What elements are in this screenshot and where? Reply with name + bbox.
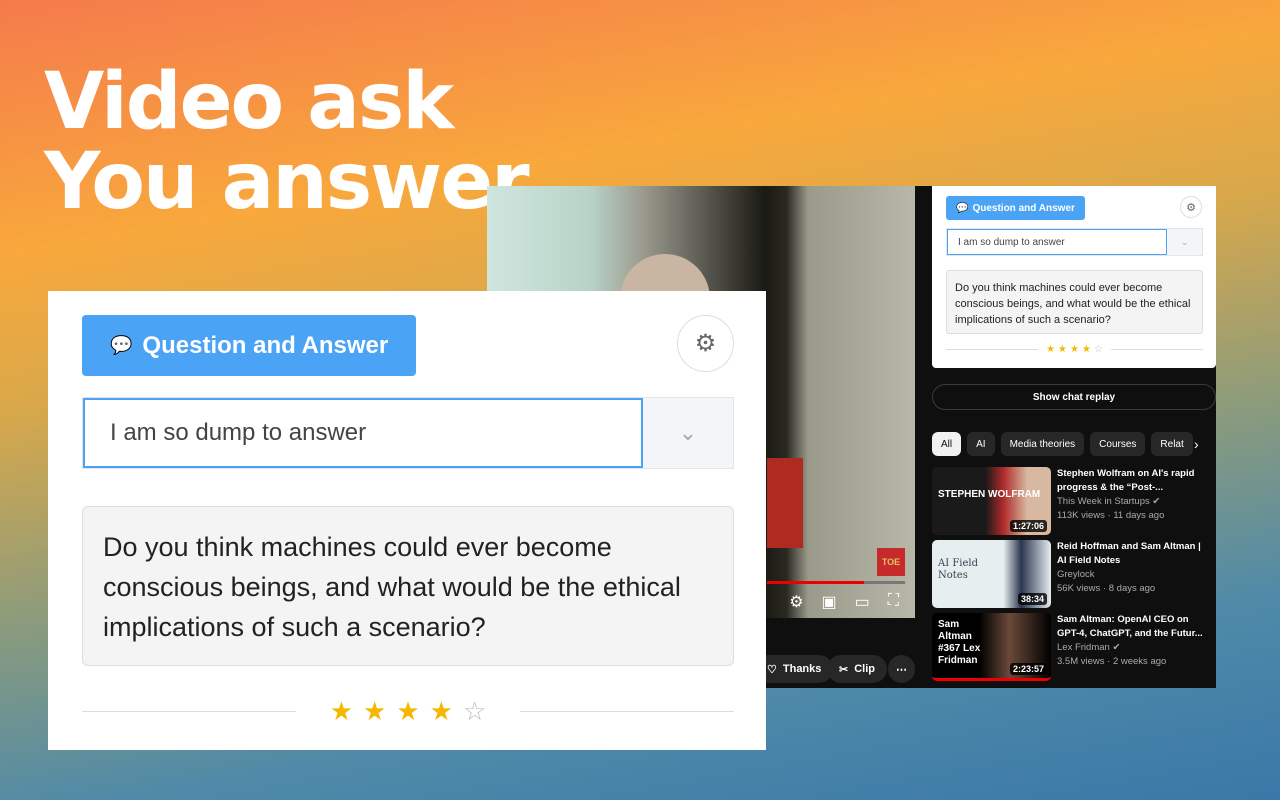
star-icon[interactable]: ★ [396, 696, 419, 727]
channel-name[interactable]: Lex Fridman [1057, 642, 1110, 653]
video-title[interactable]: Reid Hoffman and Sam Altman | [1057, 540, 1201, 554]
thumbnail[interactable]: AI Field Notes 38:34 [932, 540, 1051, 608]
thumbnail[interactable]: Sam Altman #367 Lex Fridman 2:23:57 [932, 613, 1051, 681]
chat-icon: 💬 [956, 202, 969, 214]
mini-qa-widget: 💬 Question and Answer ⚙ I am so dump to a… [932, 186, 1216, 368]
qa-button-label: Question and Answer [972, 202, 1075, 214]
rating: ★ ★ ★ ★ ☆ [82, 696, 734, 727]
scissors-icon: ✂ [839, 663, 849, 676]
more-button[interactable]: ⋯ [888, 655, 915, 683]
answer-input[interactable]: I am so dump to answer [83, 398, 643, 468]
question-text: Do you think machines could ever become … [946, 270, 1203, 334]
chevron-down-icon[interactable]: ⌄ [1167, 229, 1202, 255]
qa-button[interactable]: 💬 Question and Answer [946, 196, 1085, 220]
channel-watermark: TOE [877, 548, 905, 576]
clip-button[interactable]: ✂ Clip [827, 655, 887, 683]
clip-label: Clip [854, 663, 875, 675]
chip-related[interactable]: Relat [1151, 432, 1193, 456]
settings-icon[interactable]: ⚙ [789, 592, 803, 612]
star-icon[interactable]: ★ [1046, 344, 1055, 355]
video-title-cont[interactable]: progress & the “Post-... [1057, 481, 1194, 495]
chip-media-theories[interactable]: Media theories [1000, 432, 1085, 456]
thanks-label: Thanks [782, 663, 822, 675]
star-icon[interactable]: ★ [1058, 344, 1067, 355]
chevron-down-icon[interactable]: ⌄ [643, 398, 733, 468]
qa-widget-enlarged: 💬 Question and Answer ⚙ I am so dump to a… [48, 291, 766, 750]
verified-icon: ✔ [1112, 642, 1121, 653]
heart-icon: ♡ [767, 663, 777, 676]
video-stats: 113K views · 11 days ago [1057, 510, 1165, 521]
video-stats: 3.5M views · 2 weeks ago [1057, 656, 1167, 667]
thumbnail-text: AI Field Notes [938, 558, 979, 581]
star-icon[interactable]: ★ [1070, 344, 1079, 355]
chevron-right-icon[interactable]: › [1194, 436, 1199, 452]
video-list-item[interactable]: Sam Altman #367 Lex Fridman 2:23:57 Sam A… [932, 613, 1216, 681]
duration: 1:27:06 [1009, 520, 1047, 532]
star-icon[interactable]: ★ [363, 696, 386, 727]
star-icon[interactable]: ★ [330, 696, 353, 727]
thanks-button[interactable]: ♡ Thanks [755, 655, 834, 683]
duration: 2:23:57 [1009, 663, 1047, 675]
video-progress-bar[interactable] [767, 581, 905, 584]
thumbnail-text: STEPHEN WOLFRAM [938, 489, 1041, 500]
headline: Video ask You answer [44, 57, 530, 227]
chip-courses[interactable]: Courses [1090, 432, 1146, 456]
headline-line-1: Video ask [44, 57, 454, 147]
thumbnail-text: Sam Altman #367 Lex Fridman [938, 619, 981, 666]
qa-button-label: Question and Answer [142, 331, 389, 359]
video-list-item[interactable]: STEPHEN WOLFRAM 1:27:06 Stephen Wolfram o… [932, 467, 1216, 535]
video-title[interactable]: Stephen Wolfram on AI's rapid [1057, 467, 1194, 481]
miniplayer-icon[interactable]: ▣ [822, 592, 837, 612]
answer-input[interactable]: I am so dump to answer [947, 229, 1167, 255]
channel-name[interactable]: This Week in Startups [1057, 496, 1150, 507]
video-title[interactable]: Sam Altman: OpenAI CEO on [1057, 613, 1203, 627]
red-object [767, 458, 803, 548]
show-chat-replay-button[interactable]: Show chat replay [932, 384, 1216, 410]
video-stats: 56K views · 8 days ago [1057, 583, 1156, 594]
channel-name[interactable]: Greylock [1057, 568, 1201, 582]
star-empty-icon[interactable]: ☆ [1094, 344, 1103, 355]
gear-icon[interactable]: ⚙ [1180, 196, 1202, 218]
question-text: Do you think machines could ever become … [82, 506, 734, 666]
star-empty-icon[interactable]: ☆ [463, 696, 486, 727]
chat-icon: 💬 [110, 335, 133, 355]
theater-mode-icon[interactable]: ▭ [855, 592, 870, 612]
gear-icon[interactable]: ⚙ [677, 315, 734, 372]
star-icon[interactable]: ★ [1082, 344, 1091, 355]
duration: 38:34 [1017, 593, 1047, 605]
video-title-cont[interactable]: AI Field Notes [1057, 554, 1201, 568]
star-icon[interactable]: ★ [430, 696, 453, 727]
rating: ★ ★ ★ ★ ☆ [946, 344, 1203, 355]
qa-button[interactable]: 💬 Question and Answer [82, 315, 417, 376]
video-list-item[interactable]: AI Field Notes 38:34 Reid Hoffman and Sam… [932, 540, 1216, 608]
chip-ai[interactable]: AI [967, 432, 995, 456]
video-title-cont[interactable]: GPT-4, ChatGPT, and the Futur... [1057, 627, 1203, 641]
headline-line-2: You answer [44, 137, 530, 227]
chip-all[interactable]: All [932, 432, 962, 456]
thumbnail[interactable]: STEPHEN WOLFRAM 1:27:06 [932, 467, 1051, 535]
filter-chips: All AI Media theories Courses Relat [932, 432, 1216, 456]
verified-icon: ✔ [1152, 496, 1161, 507]
fullscreen-icon[interactable]: ⛶ [888, 592, 899, 612]
